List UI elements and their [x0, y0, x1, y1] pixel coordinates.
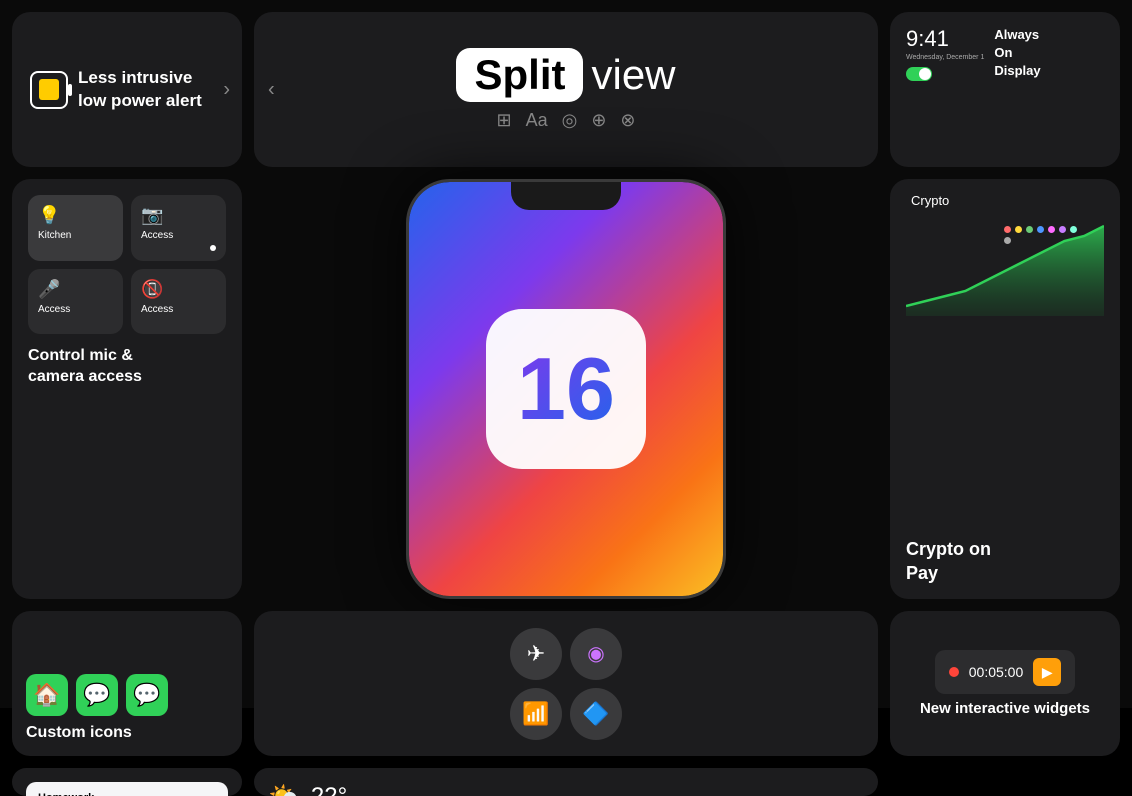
- chart-dot: [1059, 226, 1066, 233]
- control-access-mic[interactable]: 🎤 Access: [28, 269, 123, 334]
- chart-dot: [1026, 226, 1033, 233]
- lightbulb-icon: 💡: [38, 205, 60, 226]
- low-power-label: Less intrusive low power alert: [78, 67, 224, 111]
- chart-area: [906, 216, 1104, 321]
- view-label: view: [591, 51, 675, 99]
- always-on-label: AlwaysOnDisplay: [994, 27, 1040, 78]
- split-pill-label: Split: [456, 48, 583, 102]
- custom-icons-label: Custom icons: [26, 724, 132, 742]
- kitchen-label: Kitchen: [38, 230, 71, 241]
- toggle-row: [906, 67, 984, 81]
- dot-indicator: [210, 245, 216, 251]
- control-grid: 💡 Kitchen 📷 Access 🎤 Access 📵 Access: [28, 195, 226, 334]
- phone-mockup: 16: [406, 179, 726, 599]
- chart-dot: [1015, 226, 1022, 233]
- mic-camera-label: Control mic &camera access: [28, 347, 142, 385]
- circle-icon: ◎: [562, 110, 578, 131]
- timer-status-dot: [949, 667, 959, 677]
- control-access-block[interactable]: 📵 Access: [131, 269, 226, 334]
- plus-circle-icon: ⊕: [591, 110, 606, 131]
- lock-time: 9:41: [906, 26, 984, 52]
- chevron-left-icon: ‹: [268, 78, 275, 101]
- ios-version-number: 16: [517, 345, 615, 433]
- control-access-camera[interactable]: 📷 Access: [131, 195, 226, 261]
- app-icon-home: 🏠: [26, 674, 68, 716]
- app-icons-row: 🏠 💬 💬: [26, 674, 168, 716]
- app-icon-messages2: 💬: [126, 674, 168, 716]
- phone-notch: [511, 182, 621, 210]
- block-icon: 📵: [141, 279, 163, 300]
- timer-time: 00:05:00: [969, 664, 1024, 680]
- lock-date: Wednesday, December 1: [906, 54, 984, 61]
- timer-bar: 00:05:00 ▶: [935, 650, 1076, 694]
- weather-temp: 22°: [311, 783, 347, 796]
- crypto-pay-label: Crypto on Pay: [906, 538, 991, 585]
- lock-screen-preview: 9:41 Wednesday, December 1: [906, 26, 984, 81]
- access-label-3: Access: [141, 304, 173, 315]
- crypto-title: Crypto: [911, 193, 949, 208]
- toggle-thumb: [919, 68, 931, 80]
- app-icon-messages: 💬: [76, 674, 118, 716]
- crypto-header: Crypto: [906, 193, 1104, 208]
- weather-row: ⛅ 22°: [268, 780, 864, 796]
- phone-screen: 16: [409, 182, 723, 596]
- timer-play-button[interactable]: ▶: [1033, 658, 1061, 686]
- bluetooth-button[interactable]: 🔷: [570, 688, 622, 740]
- control-kitchen[interactable]: 💡 Kitchen: [28, 195, 123, 261]
- connectivity-card: ✈ ◉ 📶 🔷: [254, 611, 878, 756]
- toggle-track[interactable]: [906, 67, 932, 81]
- weather-icon: ⛅: [268, 780, 303, 796]
- chart-dot: [1048, 226, 1055, 233]
- chart-dots: [1004, 226, 1084, 244]
- battery-icon: [30, 71, 68, 109]
- access-label-1: Access: [141, 230, 173, 241]
- split-view-title: Split view: [456, 48, 675, 102]
- low-power-card: Less intrusive low power alert ›: [12, 12, 242, 167]
- homework-title: Homework: [38, 792, 216, 796]
- ios-logo: 16: [486, 309, 646, 469]
- chart-dot: [1004, 237, 1011, 244]
- phone-mockup-container: 16: [254, 179, 878, 599]
- text-icon: Aa: [526, 110, 548, 131]
- chart-dot: [1070, 226, 1077, 233]
- always-on-text-container: AlwaysOnDisplay: [994, 26, 1040, 80]
- podcast-button[interactable]: ◉: [570, 628, 622, 680]
- mic-camera-card: 💡 Kitchen 📷 Access 🎤 Access 📵 Access Con…: [12, 179, 242, 599]
- wifi-button[interactable]: 📶: [510, 688, 562, 740]
- chart-dot: [1037, 226, 1044, 233]
- crypto-card: Crypto: [890, 179, 1120, 599]
- grid-icon: ⊞: [496, 110, 511, 131]
- chevron-right-icon: ›: [223, 78, 230, 101]
- mic-icon: 🎤: [38, 279, 60, 300]
- homework-widget: Homework C# AI & ML Blockchain: [26, 782, 228, 796]
- always-on-card: 9:41 Wednesday, December 1 AlwaysOnDispl…: [890, 12, 1120, 167]
- interactive-widgets-label: New interactive widgets: [920, 700, 1090, 717]
- homework-card: Homework C# AI & ML Blockchain: [12, 768, 242, 796]
- split-view-icons: ⊞ Aa ◎ ⊕ ⊗: [496, 110, 635, 131]
- crypto-bottom: Crypto on Pay: [906, 538, 1104, 585]
- split-view-card: ‹ Split view ⊞ Aa ◎ ⊕ ⊗: [254, 12, 878, 167]
- camera-icon: 📷: [141, 205, 163, 226]
- airplane-button[interactable]: ✈: [510, 628, 562, 680]
- custom-icons-card: 🏠 💬 💬 Custom icons: [12, 611, 242, 756]
- chart-dot: [1004, 226, 1011, 233]
- timer-card: 00:05:00 ▶ New interactive widgets: [890, 611, 1120, 756]
- x-circle-icon: ⊗: [620, 110, 635, 131]
- main-grid: Less intrusive low power alert › ‹ Split…: [0, 0, 1132, 708]
- connectivity-grid: ✈ ◉ 📶 🔷: [510, 628, 622, 740]
- access-label-2: Access: [38, 304, 70, 315]
- smart-context-card: ⛅ 22° 30 Meeting in 19 min. Smart Contex…: [254, 768, 878, 796]
